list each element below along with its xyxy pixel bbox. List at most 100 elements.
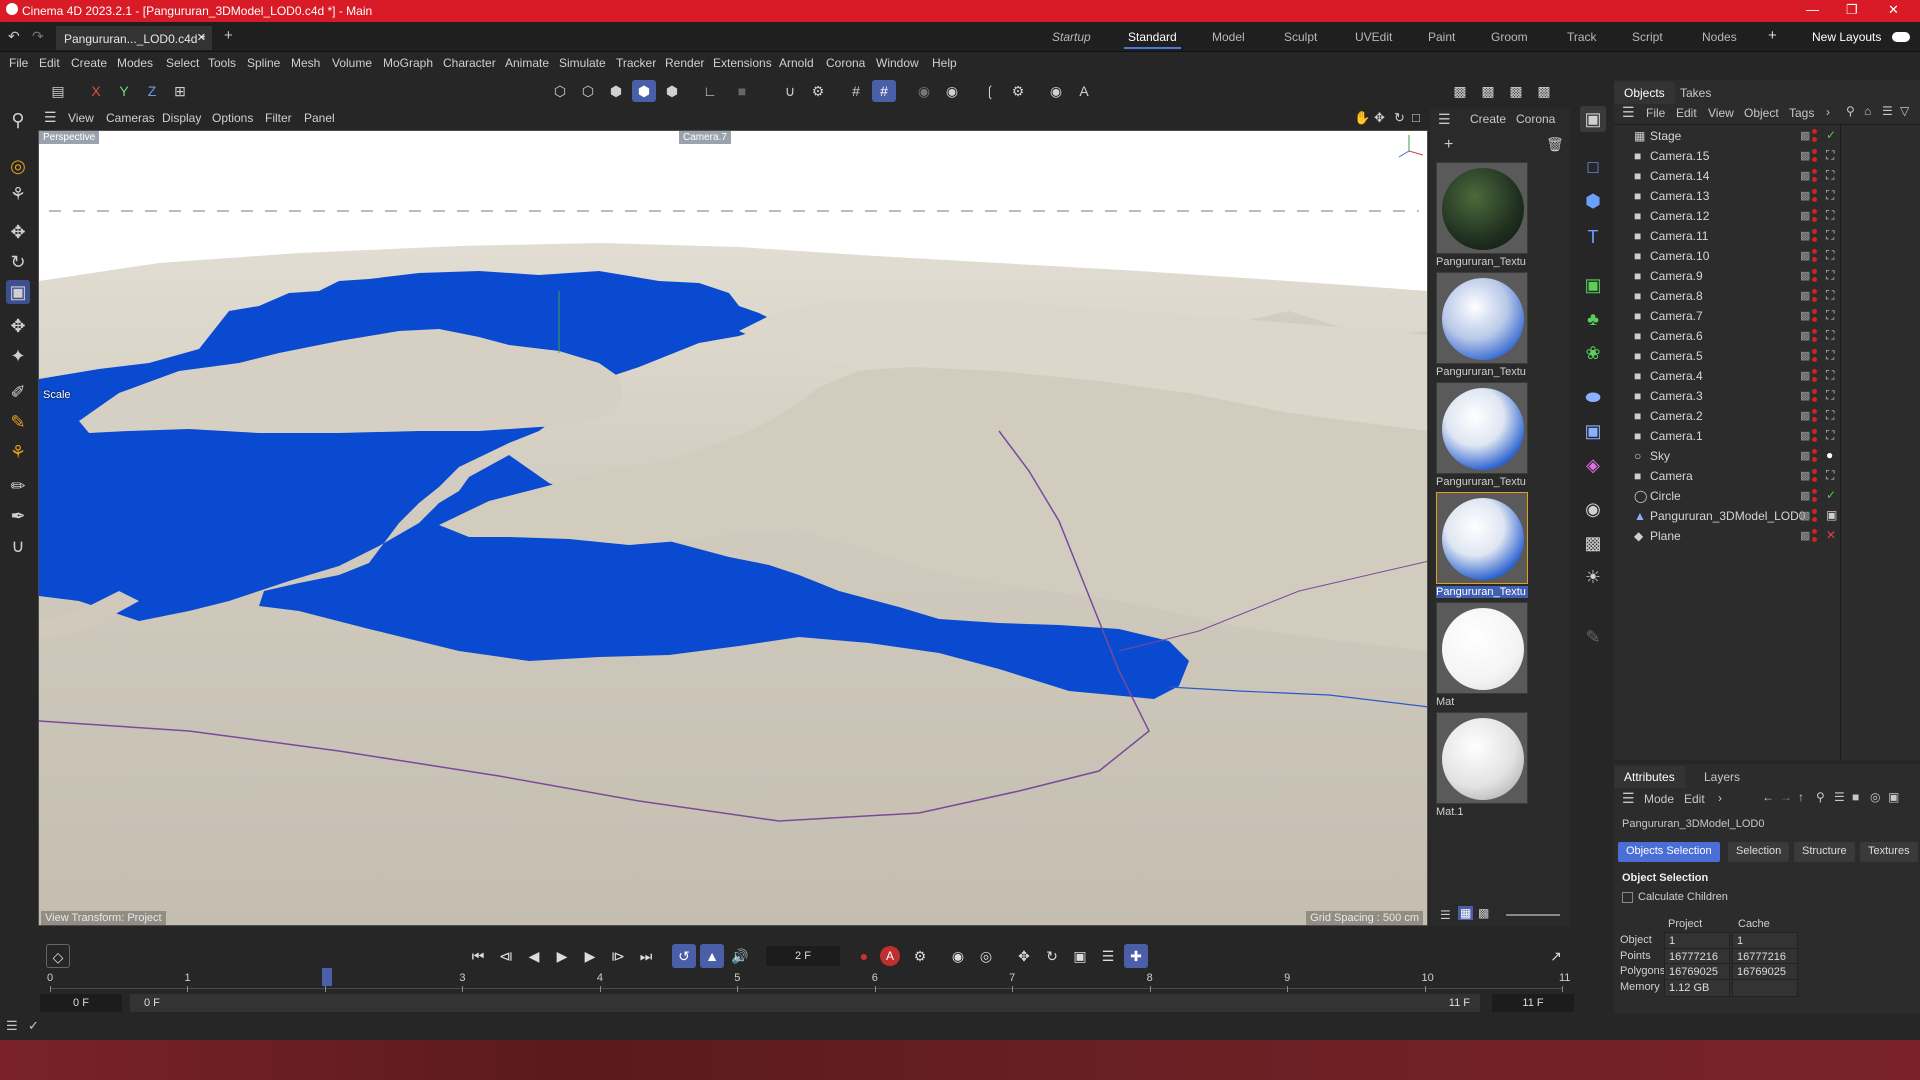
edit-toggle-icon[interactable]: ▩ [1800, 229, 1810, 242]
edges-mode-icon[interactable]: ⬡ [576, 80, 600, 102]
up-arrow-icon[interactable]: ↑ [1798, 790, 1804, 804]
menu-modes[interactable]: Modes [117, 56, 153, 70]
render-visibility-dot[interactable] [1812, 177, 1817, 182]
preview-range-bar[interactable]: 0 F 11 F [130, 994, 1480, 1012]
model-mode-icon[interactable]: ⬢ [632, 80, 656, 102]
render-visibility-dot[interactable] [1812, 397, 1817, 402]
material-item[interactable]: Pangururan_Textu [1436, 162, 1528, 268]
add-material-icon[interactable]: + [1444, 136, 1453, 154]
tag-target-icon[interactable]: ⛶ [1826, 388, 1834, 403]
material-item-selected[interactable]: Pangururan_Textu [1436, 492, 1528, 598]
menu-mesh[interactable]: Mesh [291, 56, 320, 70]
editor-visibility-dot[interactable] [1812, 509, 1817, 514]
tag-target-icon[interactable]: ⛶ [1826, 188, 1834, 203]
camera-object-icon[interactable]: ▩ [1580, 530, 1606, 556]
menu-volume[interactable]: Volume [332, 56, 372, 70]
attributes-menu-icon[interactable]: ☰ [1622, 790, 1635, 807]
edit-toggle-icon[interactable]: ▩ [1800, 249, 1810, 262]
render-settings-icon[interactable]: ▩ [1504, 80, 1528, 102]
render-visibility-dot[interactable] [1812, 257, 1817, 262]
attributes-menu-edit[interactable]: Edit [1684, 792, 1705, 806]
editor-visibility-dot[interactable] [1812, 469, 1817, 474]
search-icon[interactable]: ⚲ [1816, 790, 1825, 804]
render-visibility-dot[interactable] [1812, 497, 1817, 502]
render-picture-icon[interactable]: ▩ [1476, 80, 1500, 102]
workplane-icon[interactable]: ◉ [940, 80, 964, 102]
objects-menu-tags[interactable]: Tags [1789, 106, 1814, 120]
playhead[interactable] [322, 968, 332, 986]
light-icon[interactable]: ☀ [1580, 564, 1606, 590]
edit-toggle-icon[interactable]: ▩ [1800, 269, 1810, 282]
object-row[interactable]: ■ Camera.9 ▩ ⛶ [1614, 266, 1920, 286]
editor-visibility-dot[interactable] [1812, 409, 1817, 414]
home-icon[interactable]: ⌂ [1864, 104, 1871, 118]
menu-spline[interactable]: Spline [247, 56, 280, 70]
material-item[interactable]: Mat [1436, 602, 1528, 708]
objects-menu-object[interactable]: Object [1744, 106, 1779, 120]
magnet-icon[interactable]: ∪ [778, 80, 802, 102]
chevron-right-icon[interactable]: › [1826, 105, 1830, 119]
tag-target-icon[interactable]: ⛶ [1826, 288, 1834, 303]
material-menu-corona[interactable]: Corona [1516, 112, 1555, 126]
tag-sphere-icon[interactable]: ● [1826, 448, 1833, 462]
menu-create[interactable]: Create [71, 56, 107, 70]
editor-visibility-dot[interactable] [1812, 389, 1817, 394]
magnet-tool-icon[interactable]: ∪ [6, 534, 30, 558]
subtab-selection[interactable]: Selection [1728, 842, 1790, 862]
delete-material-icon[interactable]: 🗑 [1546, 136, 1564, 153]
tag-target-icon[interactable]: ⛶ [1826, 368, 1834, 383]
render-visibility-dot[interactable] [1812, 337, 1817, 342]
tag-check-icon[interactable]: ✓ [1826, 488, 1836, 502]
edit-toggle-icon[interactable]: ▩ [1800, 509, 1810, 522]
edit-toggle-icon[interactable]: ▩ [1800, 429, 1810, 442]
back-arrow-icon[interactable]: ← [1762, 790, 1774, 804]
render-visibility-dot[interactable] [1812, 137, 1817, 142]
tag-target-icon[interactable]: ⛶ [1826, 468, 1834, 483]
layout-startup[interactable]: Startup [1052, 30, 1091, 44]
tag-target-icon[interactable]: ⛶ [1826, 428, 1834, 443]
new-tab-button[interactable]: + [224, 27, 233, 44]
object-row[interactable]: ■ Camera.3 ▩ ⛶ [1614, 386, 1920, 406]
knife-icon[interactable]: ✒ [6, 504, 30, 528]
tag-materials-icon[interactable]: ▣ [1826, 508, 1837, 522]
points-mode-icon[interactable]: ⬡ [548, 80, 572, 102]
editor-visibility-dot[interactable] [1812, 449, 1817, 454]
tag-target-icon[interactable]: ⛶ [1826, 208, 1834, 223]
lock-workplane-icon[interactable]: ◉ [912, 80, 936, 102]
layout-nodes[interactable]: Nodes [1702, 30, 1737, 44]
render-visibility-dot[interactable] [1812, 157, 1817, 162]
object-row[interactable]: ■ Camera.7 ▩ ⛶ [1614, 306, 1920, 326]
tag-edit-icon[interactable]: ✎ [1580, 624, 1606, 650]
menu-corona[interactable]: Corona [826, 56, 865, 70]
camera-tool-icon[interactable]: ▣ [1580, 106, 1606, 132]
object-row[interactable]: ■ Camera.13 ▩ ⛶ [1614, 186, 1920, 206]
menu-file[interactable]: File [9, 56, 28, 70]
tag-check-icon[interactable]: ✓ [1826, 128, 1836, 142]
chevron-right-icon[interactable]: › [1718, 791, 1722, 805]
layout-track[interactable]: Track [1567, 30, 1597, 44]
layout-paint[interactable]: Paint [1428, 30, 1455, 44]
effector-icon[interactable]: ▣ [1580, 418, 1606, 444]
preview-size-slider[interactable] [1506, 914, 1560, 916]
object-row[interactable]: ■ Camera.5 ▩ ⛶ [1614, 346, 1920, 366]
edit-toggle-icon[interactable]: ▩ [1800, 329, 1810, 342]
restore-icon[interactable]: ❐ [1846, 2, 1858, 18]
tag-target-icon[interactable]: ⛶ [1826, 328, 1834, 343]
material-item[interactable]: Mat.1 [1436, 712, 1528, 818]
menu-edit[interactable]: Edit [39, 56, 60, 70]
layout-groom[interactable]: Groom [1491, 30, 1528, 44]
select-tool-icon[interactable]: ◎ [6, 154, 30, 178]
rotate-camera-icon[interactable]: ↻ [1394, 110, 1405, 126]
object-row[interactable]: ○ Sky ▩ ● [1614, 446, 1920, 466]
undo-icon[interactable]: ↶ [8, 28, 20, 45]
objects-menu-view[interactable]: View [1708, 106, 1734, 120]
editor-visibility-dot[interactable] [1812, 249, 1817, 254]
snap-grid-icon[interactable]: # [844, 80, 868, 102]
render-visibility-dot[interactable] [1812, 357, 1817, 362]
menu-tracker[interactable]: Tracker [616, 56, 656, 70]
render-visibility-dot[interactable] [1812, 237, 1817, 242]
search-icon[interactable]: ⚲ [1846, 104, 1855, 118]
object-row[interactable]: ■ Camera.11 ▩ ⛶ [1614, 226, 1920, 246]
uv-mode-icon[interactable]: ⬢ [660, 80, 684, 102]
cube-icon[interactable]: ⬢ [1580, 188, 1606, 214]
